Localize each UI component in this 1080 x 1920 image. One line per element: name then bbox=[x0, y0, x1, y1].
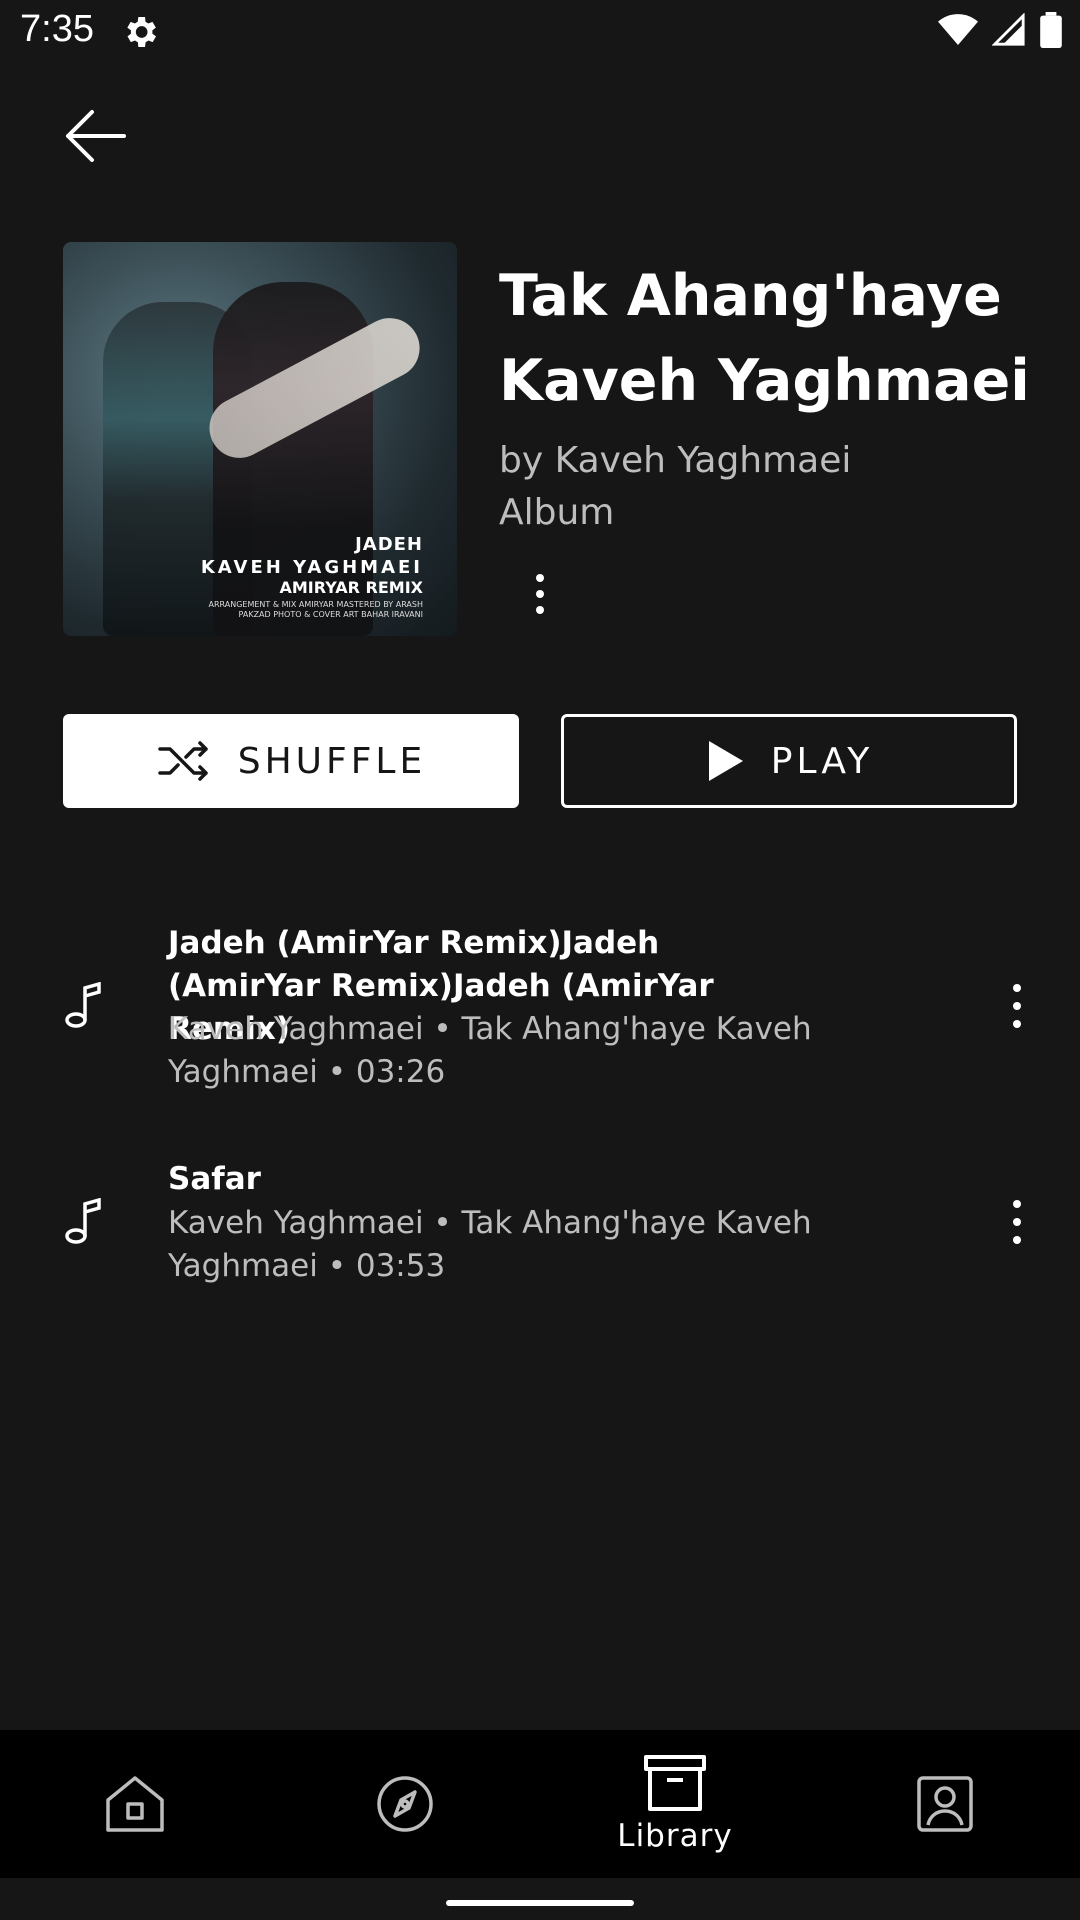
track-row[interactable]: Jadeh (AmirYar Remix)Jadeh (AmirYar Remi… bbox=[0, 920, 1080, 1100]
play-label: PLAY bbox=[770, 740, 874, 782]
album-artist[interactable]: by Kaveh Yaghmaei bbox=[499, 440, 851, 481]
nav-item-home[interactable] bbox=[0, 1730, 270, 1878]
cover-text-credits: ARRANGEMENT & MIX AMIRYAR MASTERED BY AR… bbox=[208, 600, 424, 619]
cover-text-remix: AMIRYAR REMIX bbox=[279, 578, 424, 597]
bottom-navigation: Library bbox=[0, 1730, 1080, 1878]
status-time: 7:35 bbox=[20, 8, 94, 50]
play-icon bbox=[708, 741, 743, 781]
home-indicator[interactable] bbox=[446, 1900, 634, 1906]
profile-icon bbox=[917, 1776, 973, 1832]
wifi-icon bbox=[938, 14, 978, 45]
play-button[interactable]: PLAY bbox=[561, 714, 1017, 808]
more-vert-icon[interactable] bbox=[1000, 982, 1034, 1030]
home-icon bbox=[106, 1776, 164, 1832]
nav-label-library: Library bbox=[617, 1818, 733, 1854]
album-cover: JADEH KAVEH YAGHMAEI AMIRYAR REMIX ARRAN… bbox=[63, 242, 457, 636]
status-icons bbox=[938, 12, 1062, 48]
track-meta: Kaveh Yaghmaei • Tak Ahang'haye Kaveh Ya… bbox=[168, 1011, 812, 1090]
library-archive-icon bbox=[644, 1755, 706, 1811]
settings-icon bbox=[127, 17, 156, 47]
shuffle-button[interactable]: SHUFFLE bbox=[63, 714, 519, 808]
music-note-icon bbox=[65, 1198, 101, 1244]
more-vert-icon[interactable] bbox=[520, 572, 560, 616]
gesture-bar bbox=[0, 1878, 1080, 1920]
cover-text-title: JADEH bbox=[355, 534, 423, 555]
album-title: Tak Ahang'haye Kaveh Yaghmaei bbox=[499, 263, 1030, 414]
signal-icon bbox=[992, 13, 1025, 46]
nav-item-library[interactable]: Library bbox=[540, 1730, 810, 1878]
track-title: Safar bbox=[168, 1161, 261, 1197]
status-bar: 7:35 bbox=[0, 0, 1080, 64]
album-type: Album bbox=[499, 492, 615, 533]
shuffle-label: SHUFFLE bbox=[237, 740, 427, 782]
shuffle-icon bbox=[158, 741, 208, 781]
cover-text-artist: KAVEH YAGHMAEI bbox=[200, 557, 423, 578]
nav-item-profile[interactable] bbox=[810, 1730, 1080, 1878]
explore-compass-icon bbox=[377, 1776, 433, 1832]
track-row[interactable]: Safar Kaveh Yaghmaei • Tak Ahang'haye Ka… bbox=[0, 1158, 1080, 1298]
more-vert-icon[interactable] bbox=[1000, 1198, 1034, 1246]
music-note-icon bbox=[65, 982, 101, 1028]
nav-item-explore[interactable] bbox=[270, 1730, 540, 1878]
battery-icon bbox=[1040, 12, 1062, 48]
track-meta: Kaveh Yaghmaei • Tak Ahang'haye Kaveh Ya… bbox=[168, 1205, 812, 1284]
back-arrow-icon[interactable] bbox=[58, 104, 128, 168]
